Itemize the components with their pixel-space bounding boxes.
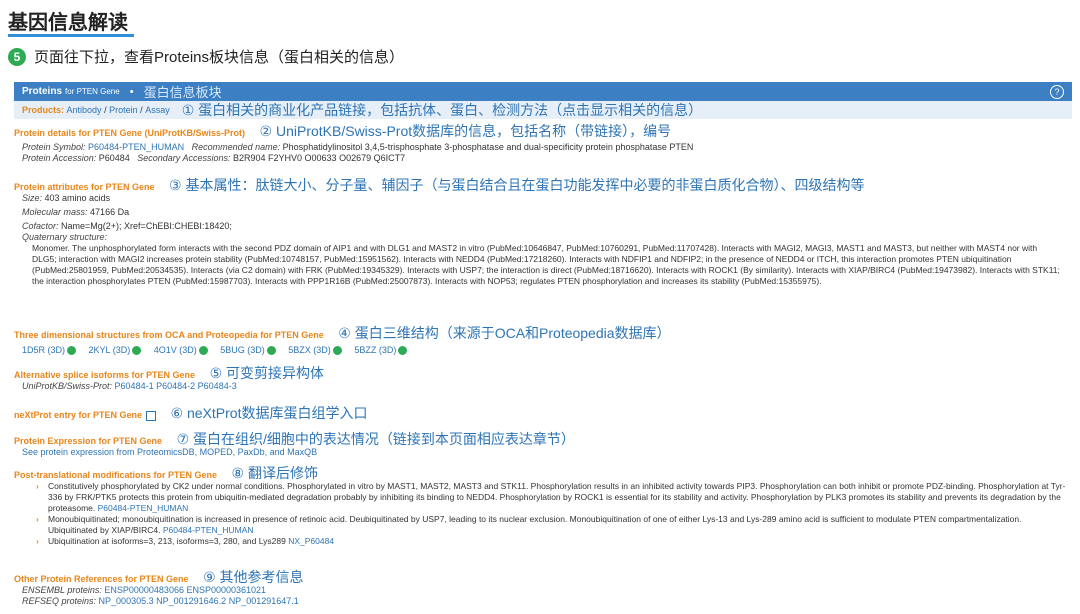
proteopedia-icon [198,346,208,355]
accession: P60484 [98,153,130,163]
pdb-link[interactable]: 2KYL (3D) [89,345,142,356]
step-number-badge: 5 [8,47,26,66]
step-instruction: 5 页面往下拉，查看Proteins板块信息（蛋白相关的信息） [8,46,404,67]
details-annotation: ② UniProtKB/Swiss-Prot数据库的信息，包括名称（带链接），编… [259,123,672,139]
nextprot-annotation: ⑥ neXtProt数据库蛋白组学入口 [170,405,368,421]
ensembl-label: ENSEMBL proteins: [22,585,102,595]
expression-link[interactable]: See protein expression from ProteomicsDB… [22,447,317,457]
refseq-label: REFSEQ proteins: [22,596,97,606]
section-title: Protein Expression for PTEN Gene [14,436,163,446]
recommended-name-label: Recommended name: [191,142,281,152]
protein-symbol-link[interactable]: P60484-PTEN_HUMAN [88,142,184,152]
size-label: Size: [22,193,43,203]
proteopedia-icon [132,346,142,355]
products-label: Products: [22,105,65,115]
pdb-link[interactable]: 5BZX (3D) [288,345,342,356]
separator: / [104,105,107,115]
ptm-annotation: ⑧ 翻译后修饰 [231,465,318,481]
title-underline [8,34,134,37]
section-title: Three dimensional structures from OCA an… [14,330,324,340]
size-value: 403 amino acids [44,193,111,203]
product-link-assay[interactable]: Assay [145,105,170,115]
cofactor-value: Name=Mg(2+); Xref=ChEBI:CHEBI:18420; [61,221,232,231]
ensembl-link[interactable]: ENSP00000361021 [186,585,266,595]
panel-header: Proteins for PTEN Gene • 蛋白信息板块 ? [14,82,1072,101]
products-annotation: ① 蛋白相关的商业化产品链接，包括抗体、蛋白、检测方法（点击显示相关的信息） [181,102,703,118]
products-bar: Products: Antibody / Protein / Assay ① 蛋… [14,101,1072,119]
refseq-link[interactable]: NP_000305.3 [99,596,154,606]
isoforms-annotation: ⑤ 可变剪接异构体 [209,365,325,381]
nextprot-section: neXtProt entry for PTEN Gene ⑥ neXtProt数… [14,405,1072,421]
ensembl-link[interactable]: ENSP00000483066 [104,585,184,595]
attributes-annotation: ③ 基本属性：肽链大小、分子量、辅因子（与蛋白结合且在蛋白功能发挥中必要的非蛋白… [169,177,865,193]
protein-details-section: Protein details for PTEN Gene (UniProtKB… [14,123,1072,164]
separator: / [140,105,143,115]
structures-annotation: ④ 蛋白三维结构（来源于OCA和Proteopedia数据库） [338,325,671,341]
section-title: Protein details for PTEN Gene (UniProtKB… [14,128,246,138]
isoform-link[interactable]: P60484-2 [156,381,195,391]
list-item: Ubiquitination at isoforms=3, 213, isofo… [36,536,1068,547]
proteopedia-icon [398,346,408,355]
expression-section: Protein Expression for PTEN Gene ⑦ 蛋白在组织… [14,431,1072,458]
pdb-link[interactable]: 5BZZ (3D) [354,345,408,356]
structures-section: Three dimensional structures from OCA an… [14,325,1072,356]
mass-label: Molecular mass: [22,207,88,217]
accession-label: Protein Accession: [22,153,97,163]
ptm-section: Post-translational modifications for PTE… [14,465,1072,547]
section-title: Other Protein References for PTEN Gene [14,574,189,584]
protein-attributes-section: Protein attributes for PTEN Gene ③ 基本属性：… [14,177,1072,287]
proteins-panel: Proteins for PTEN Gene • 蛋白信息板块 ? Produc… [14,82,1072,612]
isoform-link[interactable]: P60484-3 [198,381,237,391]
quaternary-label: Quaternary structure: [22,232,108,242]
section-title: Protein attributes for PTEN Gene [14,182,155,192]
section-title: Alternative splice isoforms for PTEN Gen… [14,370,196,380]
symbol-label: Protein Symbol: [22,142,86,152]
list-item: Monoubiquitinated; monoubiquitination is… [36,514,1068,536]
external-link-icon[interactable] [146,410,157,421]
panel-subtitle: for PTEN Gene [65,87,120,96]
pdb-link[interactable]: 4O1V (3D) [154,345,208,356]
ptm-source-link[interactable]: P60484-PTEN_HUMAN [163,525,254,535]
cofactor-label: Cofactor: [22,221,59,231]
page-title: 基因信息解读 [8,12,128,34]
secondary-accessions: B2R904 F2YHV0 O00633 O02679 Q6ICT7 [233,153,406,163]
proteopedia-icon [332,346,342,355]
secondary-accessions-label: Secondary Accessions: [137,153,231,163]
list-item: Constitutively phosphorylated by CK2 und… [36,481,1068,514]
proteopedia-icon [67,346,77,355]
proteopedia-icon [266,346,276,355]
isoform-link[interactable]: P60484-1 [115,381,154,391]
product-link-antibody[interactable]: Antibody [67,105,102,115]
mass-value: 47166 Da [90,207,130,217]
expression-annotation: ⑦ 蛋白在组织/细胞中的表达情况（链接到本页面相应表达章节） [176,431,575,447]
isoforms-section: Alternative splice isoforms for PTEN Gen… [14,365,1072,392]
header-annotation: 蛋白信息板块 [143,85,222,100]
product-link-protein[interactable]: Protein [109,105,138,115]
header-dot: • [129,85,134,98]
refseq-link[interactable]: NP_001291646.2 [156,596,226,606]
help-icon[interactable]: ? [1050,84,1064,99]
other-references-section: Other Protein References for PTEN Gene ⑨… [14,569,1072,607]
panel-title: Proteins [22,86,63,97]
other-annotation: ⑨ 其他参考信息 [203,569,304,585]
ptm-source-link[interactable]: P60484-PTEN_HUMAN [98,503,189,513]
step-text: 页面往下拉，查看Proteins板块信息（蛋白相关的信息） [34,49,405,66]
recommended-name: Phosphatidylinositol 3,4,5-trisphosphate… [282,142,694,152]
quaternary-text: Monomer. The unphosphorylated form inter… [32,243,1060,286]
isoforms-label: UniProtKB/Swiss-Prot: [22,381,113,391]
ptm-source-link[interactable]: NX_P60484 [288,536,334,546]
refseq-link[interactable]: NP_001291647.1 [229,596,299,606]
nextprot-link[interactable]: neXtProt entry for PTEN Gene [14,410,142,420]
pdb-link[interactable]: 5BUG (3D) [220,345,276,356]
section-title: Post-translational modifications for PTE… [14,470,218,480]
pdb-link[interactable]: 1D5R (3D) [22,345,77,356]
